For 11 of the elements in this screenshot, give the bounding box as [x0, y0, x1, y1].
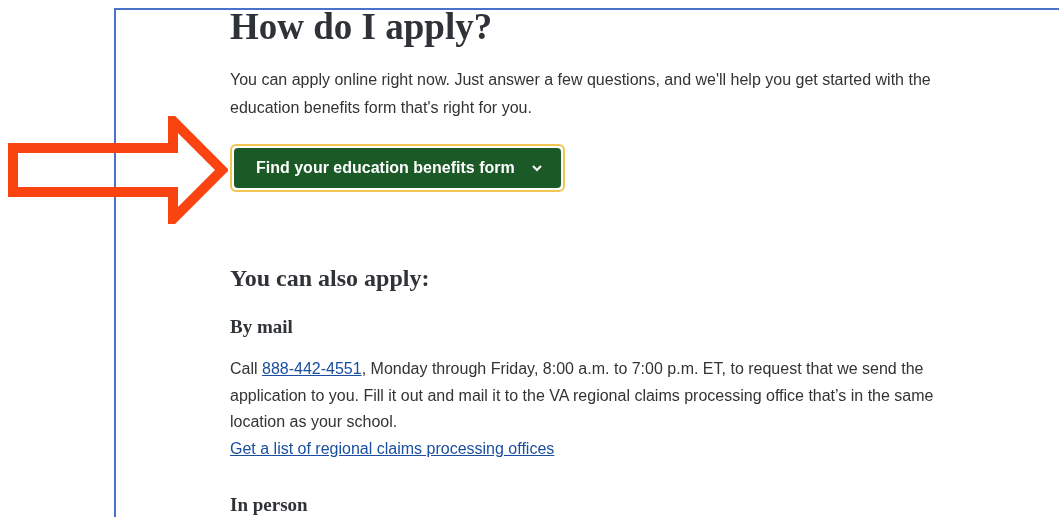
body-paragraph: Call 888-442-4551, Monday through Friday, 8:00 a.m. to 7:00 p.m. ET, to request that we send the application to you. Fill it out and mail it to the VA regional claims processing office that’s in the same location as your school. — [230, 359, 935, 432]
phone-link[interactable]: 888-442-4551 — [262, 360, 362, 377]
offices-link[interactable]: Get a list of regional claims processing offices — [230, 435, 555, 462]
section-heading: You can also apply: — [230, 264, 431, 293]
page-heading: How do I apply? — [230, 5, 494, 49]
find-form-button[interactable]: Find your education benefits form — [234, 148, 561, 188]
chevron-down-icon — [530, 164, 543, 172]
subsection-heading: By mail — [230, 315, 294, 339]
subsection-heading: In person — [230, 492, 309, 517]
arrow-icon — [8, 116, 228, 224]
intro-paragraph: You can apply online right now. Just answer a few questions, and we'll help you get started with the education benefits form that's right for you. — [230, 70, 932, 118]
